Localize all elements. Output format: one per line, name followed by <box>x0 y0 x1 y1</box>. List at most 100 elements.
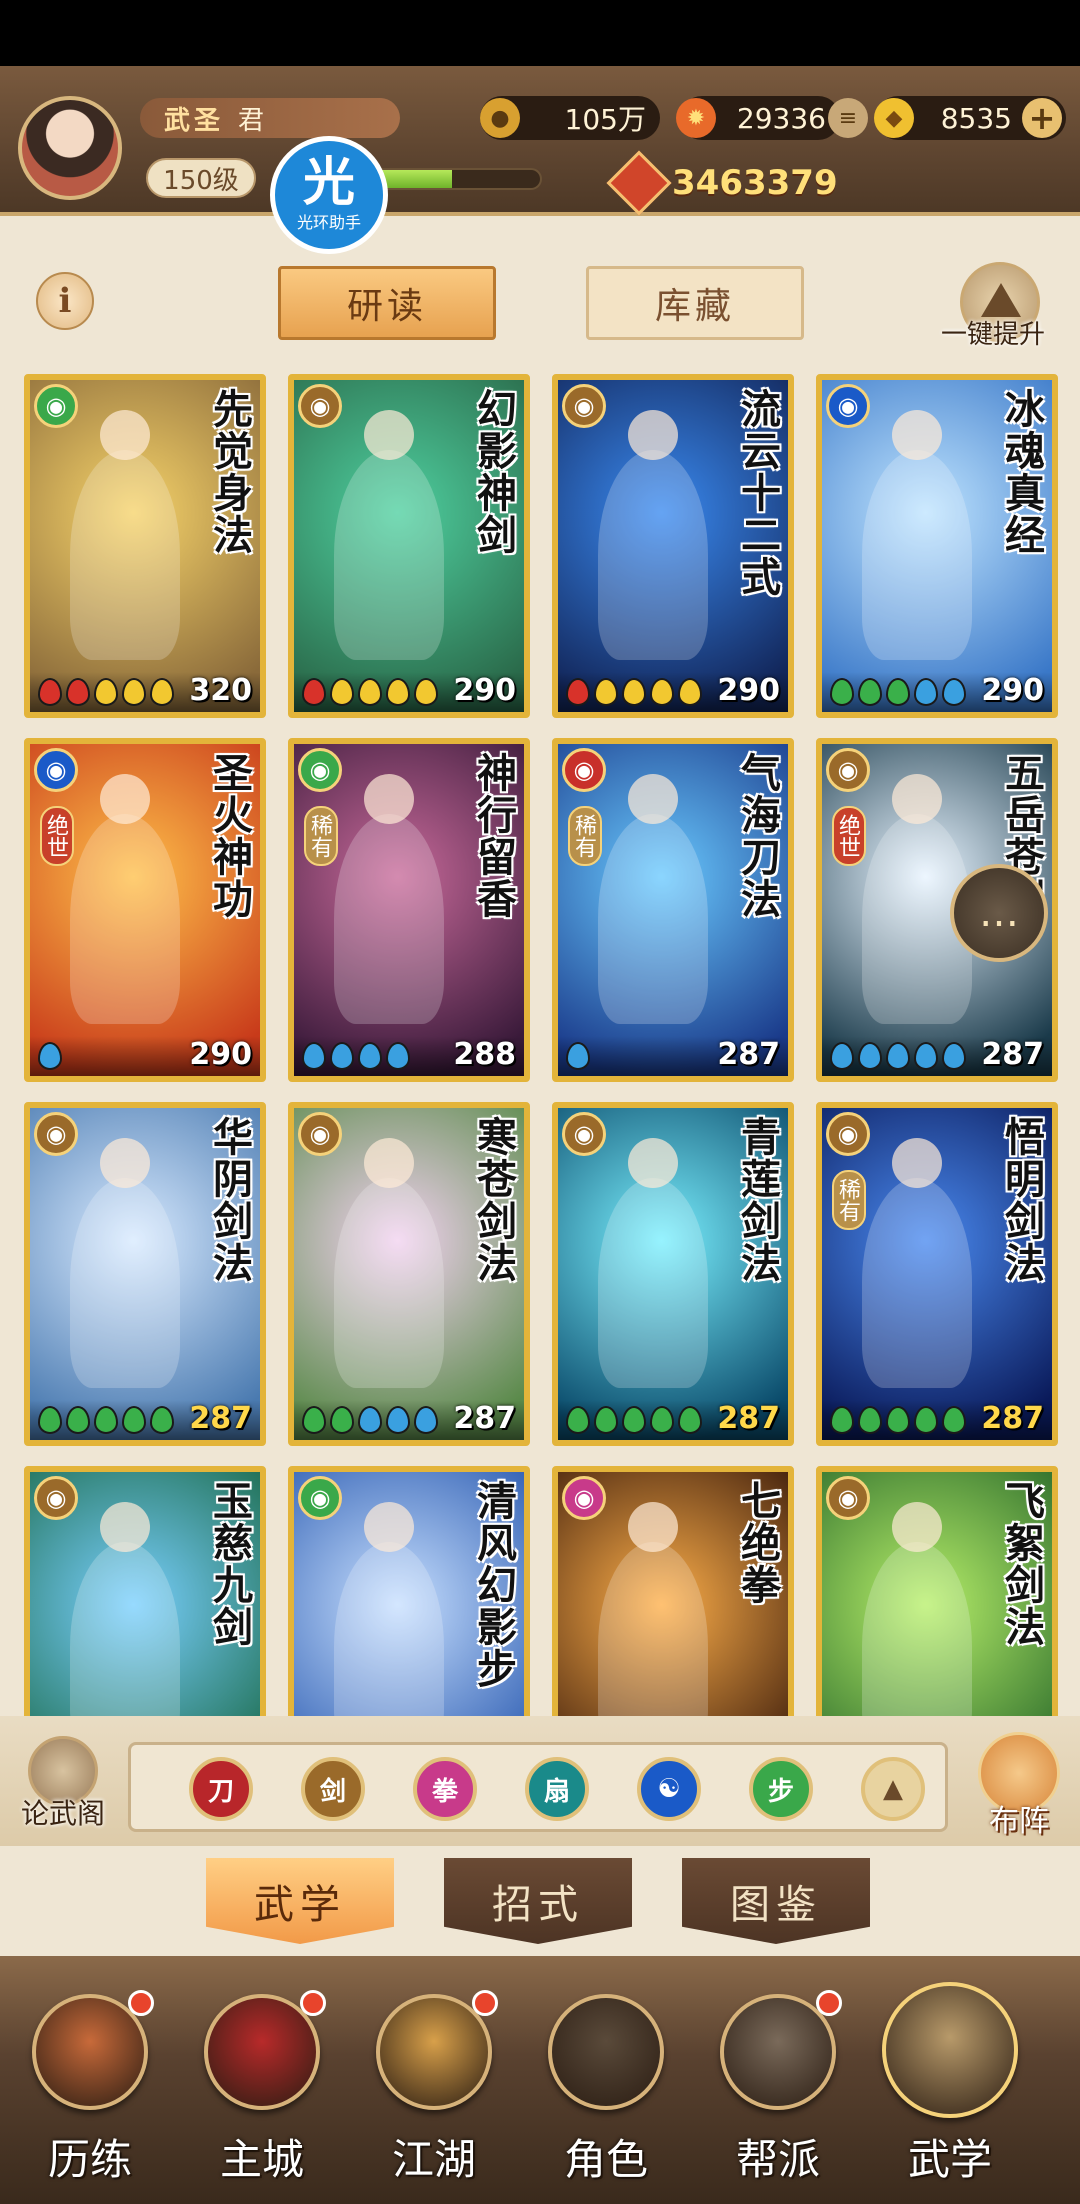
one-key-upgrade-button[interactable]: 一键提升 <box>928 262 1058 362</box>
notification-dot <box>300 1990 326 2016</box>
fist-school-icon[interactable]: 拳 <box>413 1757 477 1821</box>
skill-card[interactable]: ◉ 华阴剑法 287 <box>24 1102 266 1446</box>
skill-card[interactable]: ◉ 飞絮剑法 <box>816 1466 1058 1716</box>
taiji-school-icon[interactable]: ☯ <box>637 1757 701 1821</box>
nav-item[interactable]: 江湖 <box>354 1976 514 2196</box>
meridian-drops <box>830 1042 966 1070</box>
formation-button[interactable]: 布阵 <box>964 1732 1074 1842</box>
fan-school-icon[interactable]: 扇 <box>525 1757 589 1821</box>
school-icon: ◉ <box>298 1112 342 1156</box>
school-icon: ◉ <box>562 1112 606 1156</box>
skill-card[interactable]: ◉ 青莲剑法 287 <box>552 1102 794 1446</box>
meridian-drop-icon <box>358 1042 382 1070</box>
chat-bubble-icon[interactable]: … <box>950 864 1048 962</box>
skill-value: 287 <box>189 1401 252 1436</box>
character-head <box>892 1502 942 1552</box>
character-figure <box>334 814 444 1024</box>
skill-name: 幻影神剑 <box>470 388 517 556</box>
nav-icon <box>882 1982 1018 2118</box>
qinggong-school-icon[interactable]: 步 <box>749 1757 813 1821</box>
subtab-martial[interactable]: 武学 <box>206 1858 394 1944</box>
skill-name: 华阴剑法 <box>206 1116 253 1284</box>
meridian-drop-icon <box>330 1406 354 1434</box>
meridian-drop-icon <box>678 678 702 706</box>
watermark-badge: 光 光环助手 <box>270 136 388 254</box>
subtab-moves[interactable]: 招式 <box>444 1858 632 1944</box>
character-figure <box>862 1178 972 1388</box>
skill-value: 320 <box>189 673 252 708</box>
skill-name: 飞絮剑法 <box>998 1480 1045 1648</box>
character-figure <box>70 814 180 1024</box>
skill-card[interactable]: ◉ 稀有 悟明剑法 287 <box>816 1102 1058 1446</box>
meridian-drop-icon <box>38 1406 62 1434</box>
meridian-drop-icon <box>566 1042 590 1070</box>
nav-item[interactable]: 角色 <box>526 1976 686 2196</box>
player-rank: 武圣 <box>164 105 225 136</box>
skill-value: 287 <box>717 1037 780 1072</box>
skill-value: 287 <box>981 1401 1044 1436</box>
meridian-drop-icon <box>858 678 882 706</box>
skill-card[interactable]: ◉ 先觉身法 320 <box>24 374 266 718</box>
meridian-drops <box>302 1406 438 1434</box>
rarity-badge: 绝世 <box>832 806 866 866</box>
meridian-drop-icon <box>886 1406 910 1434</box>
school-icon: ◉ <box>298 1476 342 1520</box>
skill-name: 神行留香 <box>470 752 517 920</box>
meridian-drop-icon <box>66 1406 90 1434</box>
meridian-drop-icon <box>358 678 382 706</box>
skill-card[interactable]: ◉ 幻影神剑 290 <box>288 374 530 718</box>
subtab-atlas[interactable]: 图鉴 <box>682 1858 870 1944</box>
skill-card[interactable]: ◉ 绝世 圣火神功 290 <box>24 738 266 1082</box>
skill-card[interactable]: ◉ 流云十二式 290 <box>552 374 794 718</box>
skill-name: 玉慈九剑 <box>206 1480 253 1648</box>
skill-value: 290 <box>453 673 516 708</box>
upgrade-label: 一键提升 <box>940 320 1045 350</box>
rarity-badge: 绝世 <box>40 806 74 866</box>
skill-name: 气海刀法 <box>734 752 781 920</box>
player-avatar[interactable] <box>18 96 122 200</box>
meridian-drop-icon <box>566 1406 590 1434</box>
nav-item[interactable]: 武学 <box>870 1976 1030 2196</box>
tab-storage[interactable]: 库藏 <box>586 266 804 340</box>
meridian-drop-icon <box>830 1406 854 1434</box>
tab-study[interactable]: 研读 <box>278 266 496 340</box>
meridian-drop-icon <box>66 678 90 706</box>
nav-item[interactable]: 主城 <box>182 1976 342 2196</box>
skill-card[interactable]: ◉ 寒苍剑法 287 <box>288 1102 530 1446</box>
meridian-drop-icon <box>302 1042 326 1070</box>
meridian-drop-icon <box>330 1042 354 1070</box>
info-button[interactable]: i <box>36 272 94 330</box>
ingot-stack-icon: ≡ <box>828 98 868 138</box>
rarity-badge: 稀有 <box>832 1170 866 1230</box>
skill-card[interactable]: ◉ 冰魂真经 290 <box>816 374 1058 718</box>
skill-card[interactable]: ◉ 七绝拳 <box>552 1466 794 1716</box>
nav-item[interactable]: 历练 <box>10 1976 170 2196</box>
bottom-navigation: 历练 主城 江湖 角色 帮派 武学 <box>0 1956 1080 2204</box>
skill-card[interactable]: ◉ 稀有 气海刀法 287 <box>552 738 794 1082</box>
skill-value: 288 <box>453 1037 516 1072</box>
skill-card[interactable]: ◉ 玉慈九剑 <box>24 1466 266 1716</box>
meridian-drop-icon <box>594 1406 618 1434</box>
meridian-drop-icon <box>678 1406 702 1434</box>
add-gold-icon[interactable]: + <box>1022 98 1062 138</box>
meridian-drop-icon <box>302 678 326 706</box>
meridian-drop-icon <box>942 1406 966 1434</box>
school-icon: ◉ <box>826 1476 870 1520</box>
meridian-drop-icon <box>122 678 146 706</box>
all-school-icon[interactable]: ▲ <box>861 1757 925 1821</box>
meridian-drops <box>302 1042 410 1070</box>
power-icon <box>606 150 672 216</box>
school-icon: ◉ <box>298 384 342 428</box>
skill-card[interactable]: ◉ 清风幻影步 <box>288 1466 530 1716</box>
skill-value: 287 <box>717 1401 780 1436</box>
sword-school-icon[interactable]: 剑 <box>301 1757 365 1821</box>
skill-value: 287 <box>981 1037 1044 1072</box>
meridian-drop-icon <box>886 678 910 706</box>
skill-card[interactable]: ◉ 稀有 神行留香 288 <box>288 738 530 1082</box>
lunwu-pavilion-button[interactable]: 论武阁 <box>8 1736 118 1836</box>
player-name: 君 <box>238 105 265 136</box>
skill-name: 七绝拳 <box>734 1480 781 1606</box>
nav-item[interactable]: 帮派 <box>698 1976 858 2196</box>
blade-school-icon[interactable]: 刀 <box>189 1757 253 1821</box>
meridian-drop-icon <box>830 1042 854 1070</box>
